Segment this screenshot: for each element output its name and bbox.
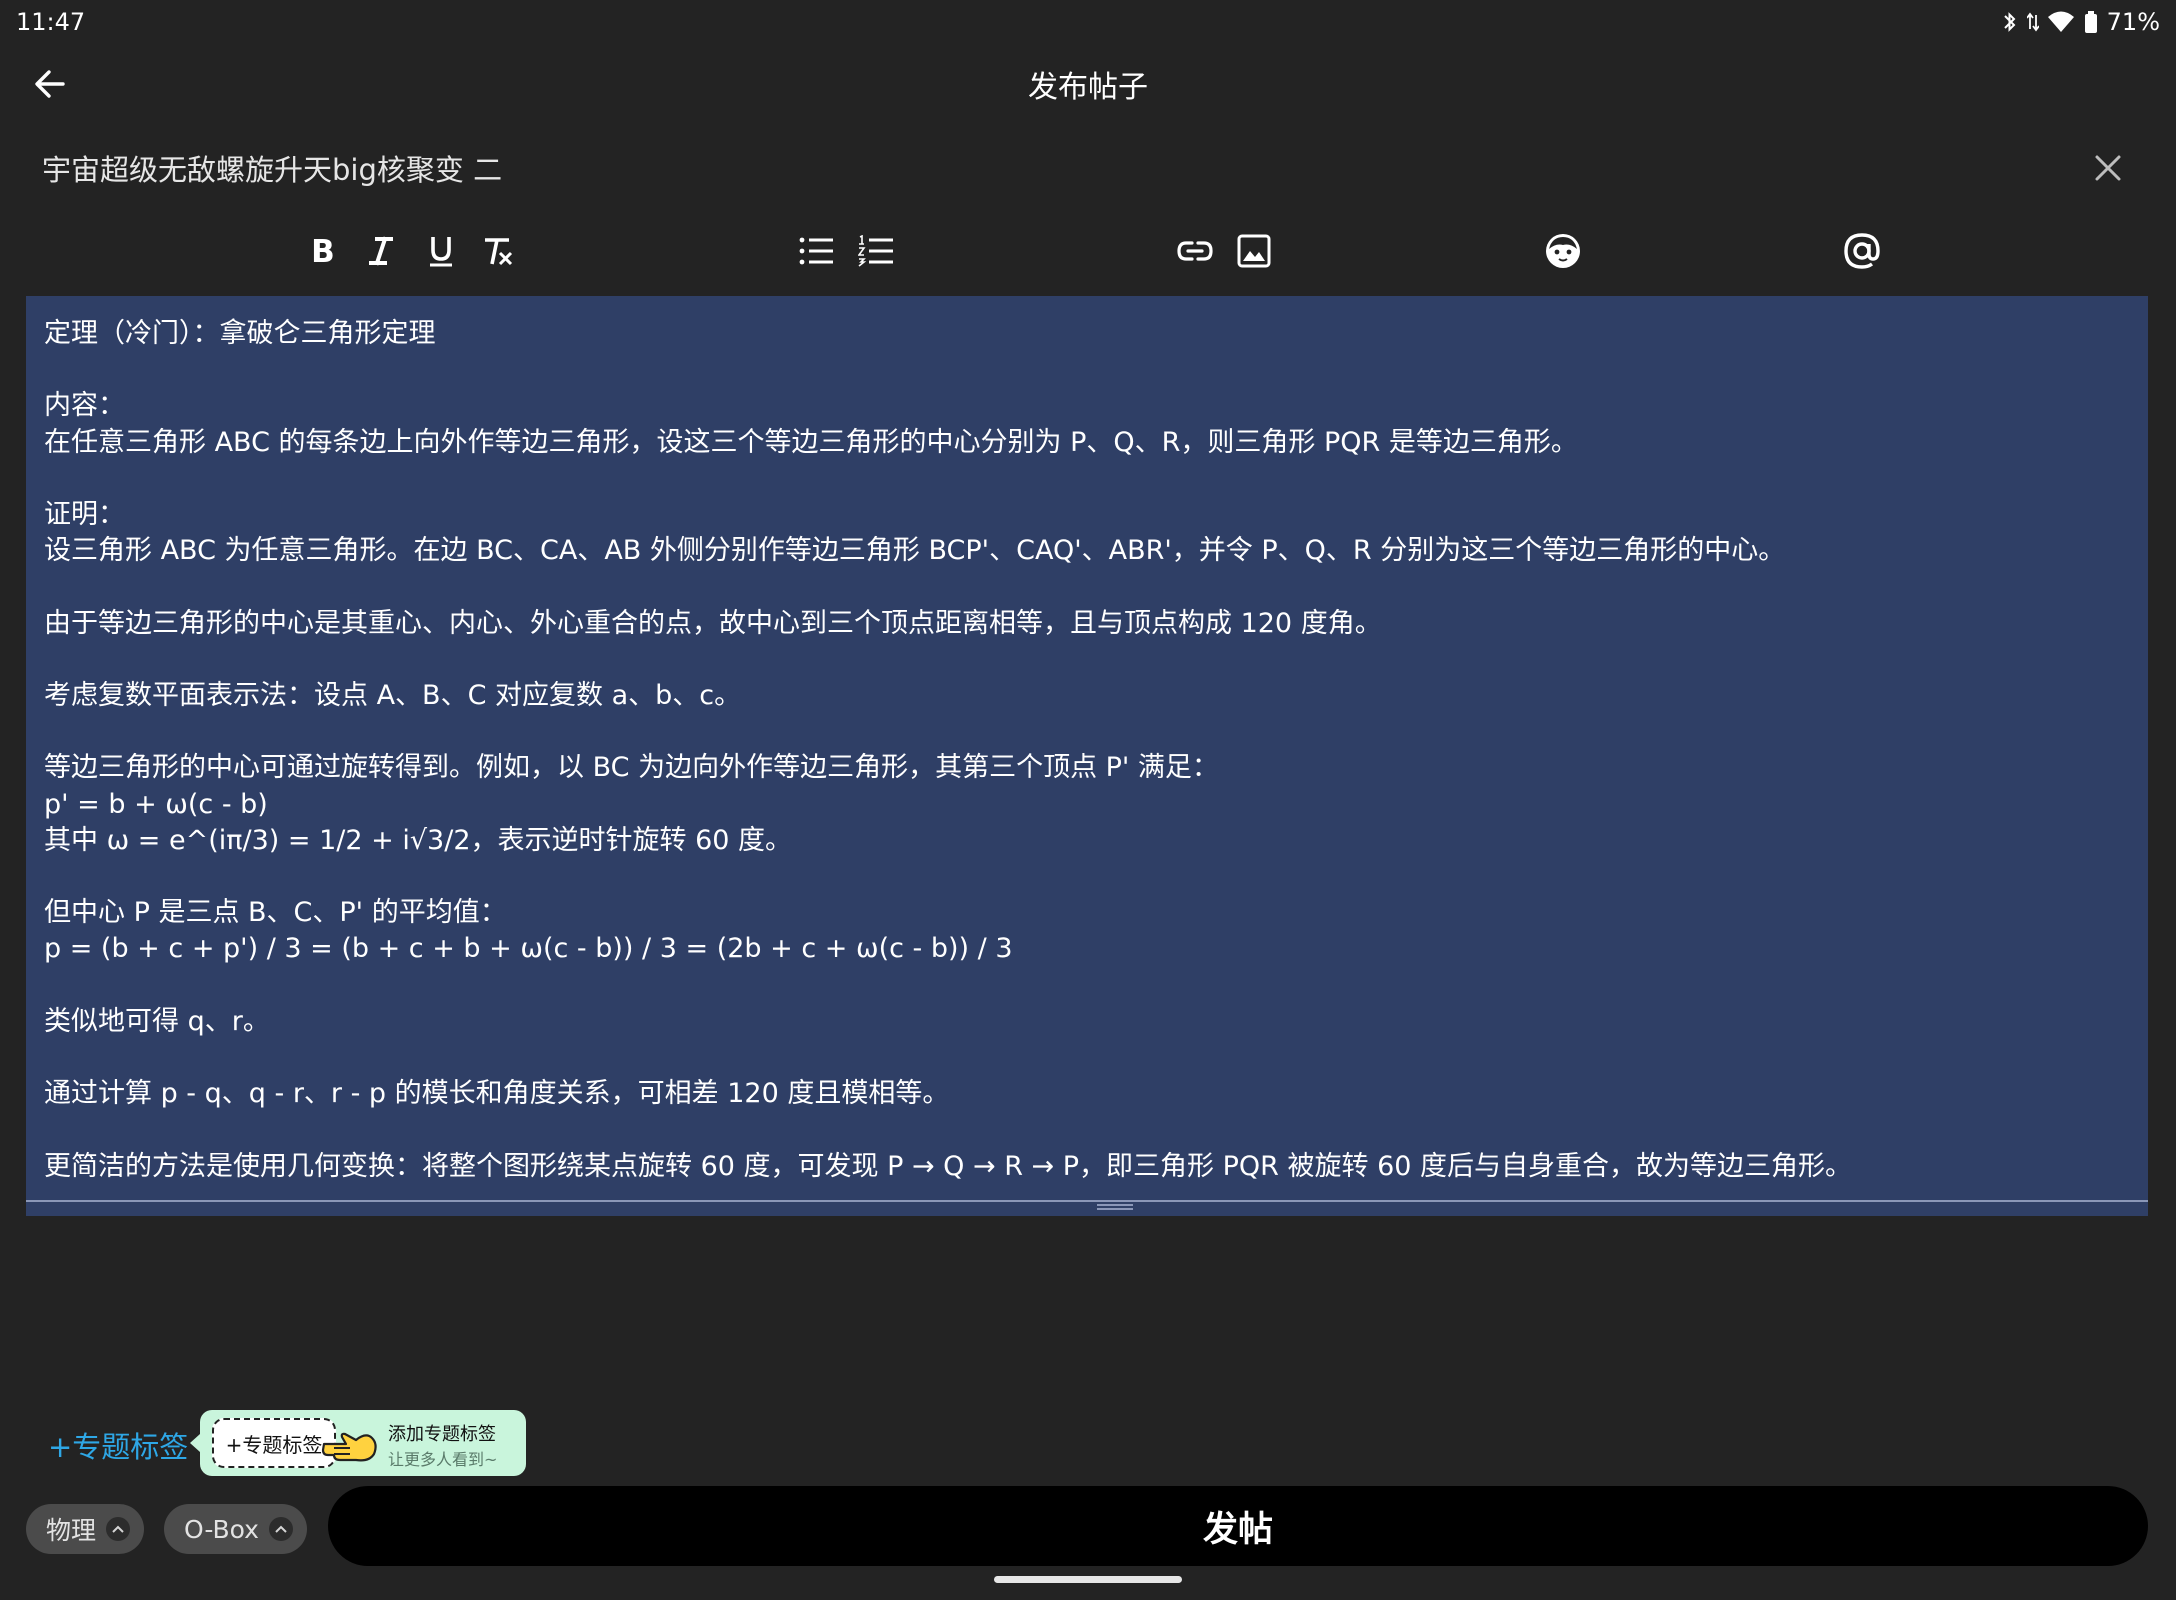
italic-button[interactable] xyxy=(356,226,406,276)
numbered-list-icon xyxy=(858,235,893,267)
editor-line xyxy=(44,859,2130,895)
status-bar: 11:47 71% xyxy=(0,0,2176,44)
editor-line xyxy=(44,461,2130,497)
data-arrows-icon xyxy=(2026,12,2039,32)
editor-line xyxy=(44,714,2130,750)
italic-icon xyxy=(369,236,393,266)
editor-line: 等边三角形的中心可通过旋转得到。例如，以 BC 为边向外作等边三角形，其第三个顶… xyxy=(44,752,1219,784)
chevron-up-icon xyxy=(106,1517,131,1541)
editor-line xyxy=(44,642,2130,678)
bullet-list-button[interactable] xyxy=(792,226,842,276)
chevron-up-icon xyxy=(268,1517,293,1541)
status-time: 11:47 xyxy=(16,8,86,36)
post-title-input[interactable] xyxy=(40,144,2000,192)
app-header: 发布帖子 xyxy=(0,44,2176,124)
editor-line: 类似地可得 q、r。 xyxy=(44,1005,270,1037)
editor-line: 设三角形 ABC 为任意三角形。在边 BC、CA、AB 外侧分别作等边三角形 B… xyxy=(44,535,1786,567)
format-toolbar: B xyxy=(0,222,2176,280)
content-editor[interactable]: 定理（冷门）：拿破仑三角形定理 内容： 在任意三角形 ABC 的每条边上向外作等边… xyxy=(26,296,2148,1216)
editor-line: 证明： xyxy=(44,499,125,531)
wifi-icon xyxy=(2047,11,2074,32)
editor-line: 在任意三角形 ABC 的每条边上向外作等边三角形，设这三个等边三角形的中心分别为… xyxy=(44,426,1578,458)
underline-button[interactable] xyxy=(416,226,466,276)
bold-icon: B xyxy=(311,234,335,268)
editor-line: 由于等边三角形的中心是其重心、内心、外心重合的点，故中心到三个顶点距离相等，且与… xyxy=(44,607,1382,639)
editor-line: 但中心 P 是三点 B、C、P' 的平均值： xyxy=(44,897,507,929)
emoji-icon xyxy=(1546,234,1580,268)
editor-text[interactable]: 定理（冷门）：拿破仑三角形定理 内容： 在任意三角形 ABC 的每条边上向外作等边… xyxy=(44,316,2130,1196)
svg-text:B: B xyxy=(311,234,335,268)
tooltip-title: 添加专题标签 xyxy=(388,1424,496,1445)
editor-line xyxy=(44,1112,2130,1148)
editor-line: 其中 ω = e^(iπ/3) = 1/2 + i√3/2，表示逆时针旋转 60… xyxy=(44,824,793,856)
topic-tag-tooltip[interactable]: +专题标签 添加专题标签 让更多人看到~ xyxy=(190,1410,526,1476)
status-icons: 71% xyxy=(2001,8,2160,36)
link-icon xyxy=(1177,241,1213,261)
pointing-hand-icon xyxy=(321,1432,377,1462)
emoji-button[interactable] xyxy=(1538,226,1588,276)
page-title: 发布帖子 xyxy=(1028,70,1148,105)
editor-line xyxy=(44,1040,2130,1076)
editor-line: 定理（冷门）：拿破仑三角形定理 xyxy=(44,318,436,349)
gesture-navigation-bar[interactable] xyxy=(994,1576,1182,1583)
chip-label: 物理 xyxy=(46,1516,97,1545)
category-chip-obox[interactable]: O-Box xyxy=(164,1504,307,1554)
image-button[interactable] xyxy=(1229,226,1279,276)
battery-level: 71% xyxy=(2106,8,2160,36)
numbered-list-button[interactable] xyxy=(851,226,901,276)
clear-format-icon xyxy=(485,238,513,266)
editor-divider xyxy=(26,1200,2148,1202)
mention-button[interactable] xyxy=(1837,226,1887,276)
editor-line xyxy=(44,352,2130,388)
bluetooth-icon xyxy=(2003,12,2016,32)
clear-format-button[interactable] xyxy=(474,226,524,276)
underline-icon xyxy=(430,237,452,267)
editor-line: 考虑复数平面表示法：设点 A、B、C 对应复数 a、b、c。 xyxy=(44,680,742,712)
tooltip-topic-chip: +专题标签 xyxy=(212,1418,336,1468)
editor-line: p = (b + c + p') / 3 = (b + c + b + ω(c … xyxy=(44,933,1013,965)
editor-resize-handle[interactable] xyxy=(1097,1202,1133,1214)
editor-line xyxy=(44,569,2130,605)
editor-line: 通过计算 p - q、q - r、r - p 的模长和角度关系，可相差 120 … xyxy=(44,1078,950,1110)
link-button[interactable] xyxy=(1170,226,1220,276)
editor-line: 更简洁的方法是使用几何变换：将整个图形绕某点旋转 60 度，可发现 P → Q … xyxy=(44,1150,1853,1182)
mention-icon xyxy=(1844,233,1880,269)
editor-line: 内容： xyxy=(44,390,125,422)
editor-line: p' = b + ω(c - b) xyxy=(44,788,268,820)
bullet-list-icon xyxy=(799,237,833,265)
add-topic-tag-link[interactable]: +专题标签 xyxy=(48,1424,188,1466)
image-icon xyxy=(1237,234,1271,268)
chip-label: O-Box xyxy=(184,1514,259,1544)
clear-title-button[interactable] xyxy=(2088,148,2128,188)
close-icon xyxy=(2095,155,2121,181)
tooltip-subtitle: 让更多人看到~ xyxy=(388,1450,498,1469)
category-chip-physics[interactable]: 物理 xyxy=(26,1504,145,1554)
submit-post-button[interactable]: 发帖 xyxy=(328,1486,2148,1566)
title-row xyxy=(0,138,2176,200)
editor-line xyxy=(44,968,2130,1004)
bold-button[interactable]: B xyxy=(298,226,348,276)
battery-icon xyxy=(2084,11,2097,33)
